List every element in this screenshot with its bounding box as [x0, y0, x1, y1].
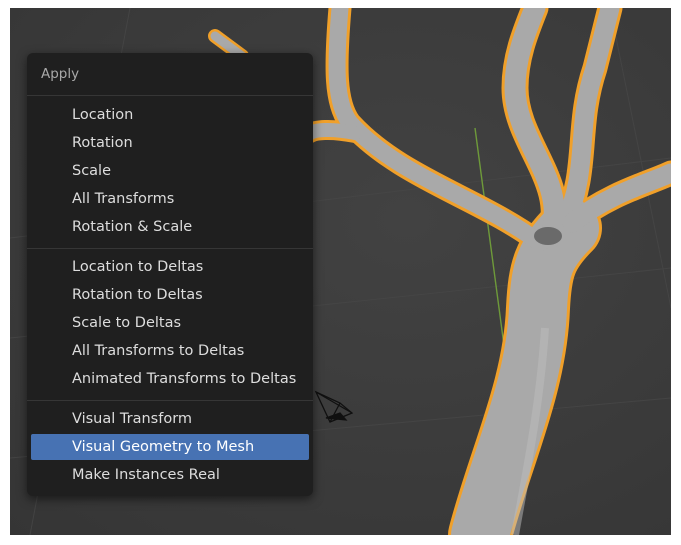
menu-item-scale-to-deltas[interactable]: Scale to Deltas	[31, 310, 309, 336]
menu-item-visual-geometry-to-mesh[interactable]: Visual Geometry to Mesh	[31, 434, 309, 460]
menu-item-rotation-to-deltas[interactable]: Rotation to Deltas	[31, 282, 309, 308]
menu-title: Apply	[41, 66, 80, 82]
menu-item-all-transforms-to-deltas[interactable]: All Transforms to Deltas	[31, 338, 309, 364]
menu-item-make-instances-real[interactable]: Make Instances Real	[31, 462, 309, 488]
tree-mesh	[303, 8, 671, 535]
menu-separator	[27, 95, 313, 96]
menu-item-scale[interactable]: Scale	[31, 158, 309, 184]
menu-item-all-transforms[interactable]: All Transforms	[31, 186, 309, 212]
menu-item-location-to-deltas[interactable]: Location to Deltas	[31, 254, 309, 280]
apply-menu: Apply Location Rotation Scale All Transf…	[27, 53, 313, 496]
menu-separator	[27, 248, 313, 249]
branch-shadow	[534, 227, 562, 245]
menu-item-visual-transform[interactable]: Visual Transform	[31, 406, 309, 432]
menu-item-animated-transforms-to-deltas[interactable]: Animated Transforms to Deltas	[31, 366, 309, 392]
menu-separator	[27, 400, 313, 401]
menu-item-rotation[interactable]: Rotation	[31, 130, 309, 156]
menu-item-location[interactable]: Location	[31, 102, 309, 128]
menu-item-rotation-and-scale[interactable]: Rotation & Scale	[31, 214, 309, 240]
camera-object-icon[interactable]	[314, 390, 354, 423]
